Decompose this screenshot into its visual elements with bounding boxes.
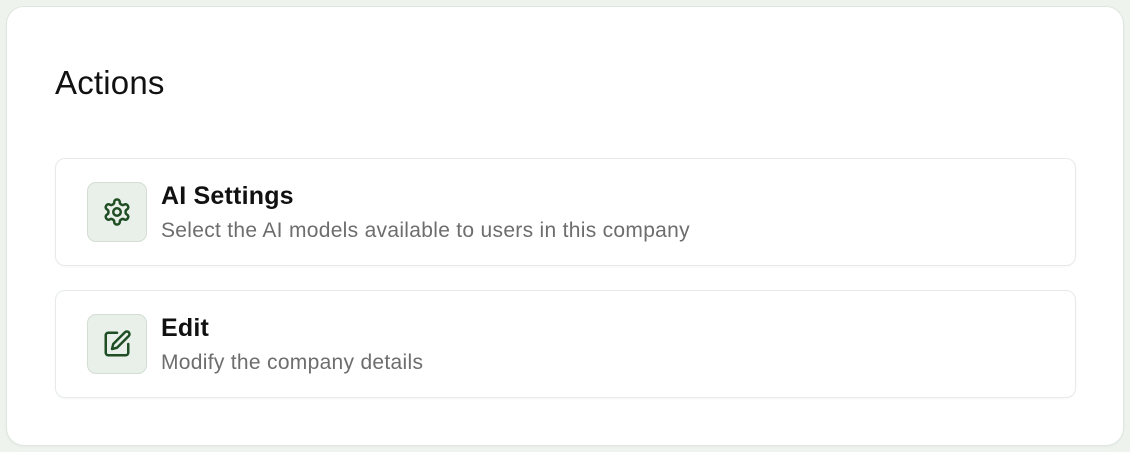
action-description: Modify the company details [161, 351, 424, 374]
ai-settings-action[interactable]: AI Settings Select the AI models availab… [55, 158, 1076, 266]
panel-title: Actions [55, 64, 165, 101]
gear-icon [87, 182, 147, 242]
action-title: AI Settings [161, 182, 294, 210]
actions-panel: Actions AI Settings Select the AI models… [6, 6, 1124, 446]
edit-icon [87, 314, 147, 374]
action-title: Edit [161, 314, 210, 342]
action-description: Select the AI models available to users … [161, 219, 690, 242]
edit-action[interactable]: Edit Modify the company details [55, 290, 1076, 398]
